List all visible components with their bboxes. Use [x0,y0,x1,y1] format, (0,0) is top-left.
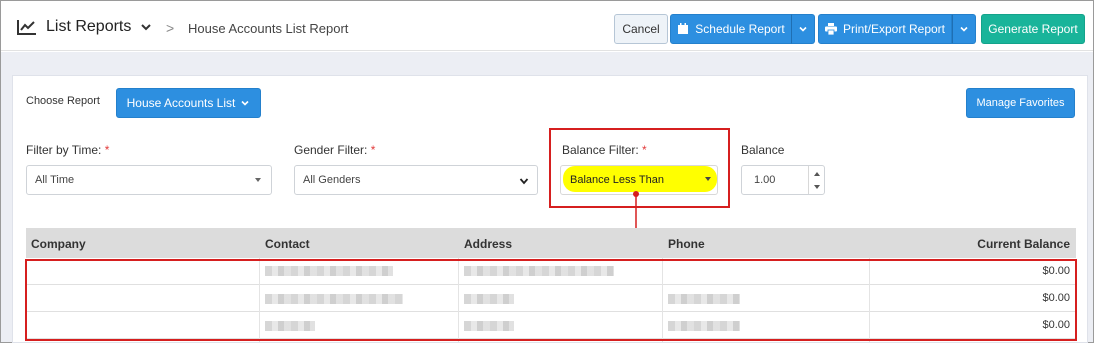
balance-input-value: 1.00 [754,174,776,186]
column-header-address[interactable]: Address [464,237,512,251]
column-header-company[interactable]: Company [31,237,86,251]
choose-report-label: Choose Report [26,95,100,107]
caret-down-icon [255,178,261,182]
manage-favorites-button[interactable]: Manage Favorites [966,88,1075,118]
spin-down-icon[interactable] [810,181,824,193]
breadcrumb-separator: > [166,20,175,36]
generate-report-button[interactable]: Generate Report [981,14,1085,44]
schedule-report-button[interactable]: Schedule Report [670,14,792,44]
page-title[interactable]: List Reports [46,18,131,36]
annotation-box-table [25,259,1077,341]
chevron-down-icon[interactable] [140,21,152,33]
column-header-contact[interactable]: Contact [265,237,310,251]
time-filter-select[interactable]: All Time [26,165,272,195]
gender-filter-select[interactable]: All Genders [294,165,538,195]
gender-filter-value: All Genders [303,174,361,186]
balance-input[interactable]: 1.00 [741,165,825,195]
balance-label: Balance [741,143,785,157]
balance-spinner[interactable] [808,166,824,194]
column-header-phone[interactable]: Phone [668,237,705,251]
manage-favorites-label: Manage Favorites [976,97,1065,109]
gender-filter-label: Gender Filter: * [294,143,376,157]
print-dropdown-toggle[interactable] [952,14,976,44]
top-bar: List Reports > House Accounts List Repor… [1,1,1093,51]
printer-icon [824,23,837,35]
choose-report-value: House Accounts List [126,96,236,110]
chart-line-icon [17,20,36,35]
print-export-label: Print/Export Report [842,22,946,36]
cancel-button[interactable]: Cancel [614,14,668,44]
time-filter-label: Filter by Time: * [26,143,110,157]
breadcrumb-current: House Accounts List Report [188,21,349,36]
chevron-down-icon [960,26,968,32]
choose-report-dropdown[interactable]: House Accounts List [116,88,261,118]
generate-report-label: Generate Report [988,22,1078,36]
chevron-down-icon [241,100,249,106]
table-header: Company Contact Address Phone Current Ba… [26,228,1076,258]
spin-up-icon[interactable] [810,168,824,180]
chevron-down-icon [519,178,529,185]
chevron-down-icon [799,26,807,32]
print-export-button[interactable]: Print/Export Report [818,14,952,44]
schedule-dropdown-toggle[interactable] [791,14,815,44]
calendar-icon [678,23,689,34]
schedule-report-label: Schedule Report [695,22,785,36]
column-header-current-balance[interactable]: Current Balance [977,237,1070,251]
time-filter-value: All Time [35,174,75,186]
cancel-button-label: Cancel [622,22,660,36]
